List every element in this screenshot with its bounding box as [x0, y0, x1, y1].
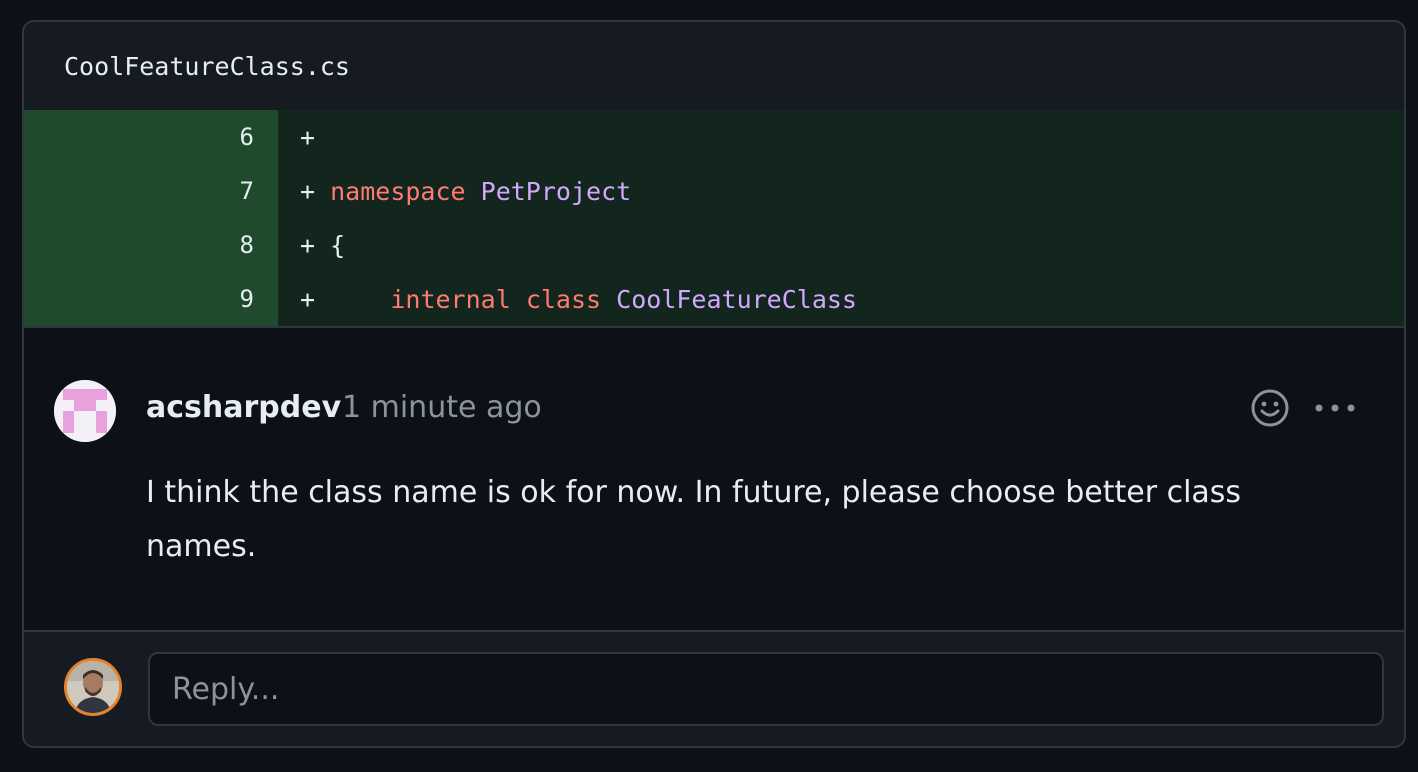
diff-marker: + [300, 284, 316, 314]
line-number[interactable]: 8 [24, 218, 278, 272]
avatar[interactable] [54, 380, 116, 442]
reply-input[interactable] [148, 652, 1384, 726]
diff-hunk: 6 + 7 + namespace PetProject 8 + { 9 + i… [24, 110, 1404, 326]
identicon-icon [54, 380, 116, 442]
comment-body: I think the class name is ok for now. In… [146, 475, 1242, 564]
line-number[interactable]: 7 [24, 164, 278, 218]
code-line: + { [278, 231, 345, 260]
comment: acsharpdev 1 minute ago I think the clas… [24, 326, 1404, 630]
code-line: + [278, 123, 315, 152]
diff-line: 7 + namespace PetProject [24, 164, 1404, 218]
diff-line: 9 + internal class CoolFeatureClass [24, 272, 1404, 326]
code-entity: CoolFeatureClass [616, 284, 857, 314]
code-entity: PetProject [480, 176, 632, 206]
diff-marker: + [300, 230, 316, 260]
diff-line: 8 + { [24, 218, 1404, 272]
line-number[interactable]: 9 [24, 272, 278, 326]
add-reaction-button[interactable] [1250, 388, 1290, 428]
code-brace: { [330, 230, 346, 260]
code-line: + namespace PetProject [278, 177, 631, 206]
user-photo-icon [67, 661, 119, 713]
code-line: + internal class CoolFeatureClass [278, 285, 857, 314]
reply-section [24, 630, 1404, 746]
diff-line: 6 + [24, 110, 1404, 164]
more-options-button[interactable] [1310, 394, 1360, 422]
file-name[interactable]: CoolFeatureClass.cs [64, 52, 350, 81]
code-keyword: class [525, 284, 602, 314]
smiley-icon [1251, 389, 1289, 427]
diff-marker: + [300, 122, 316, 152]
file-header: CoolFeatureClass.cs [24, 22, 1404, 110]
code-keyword: namespace [330, 176, 466, 206]
review-comment-card: CoolFeatureClass.cs 6 + 7 + namespace Pe… [22, 20, 1406, 748]
comment-author[interactable]: acsharpdev [146, 390, 341, 425]
current-user-avatar[interactable] [64, 658, 122, 716]
code-keyword: internal [390, 284, 511, 314]
diff-marker: + [300, 176, 316, 206]
line-number[interactable]: 6 [24, 110, 278, 164]
kebab-horizontal-icon [1315, 404, 1355, 412]
comment-timestamp[interactable]: 1 minute ago [342, 390, 542, 425]
